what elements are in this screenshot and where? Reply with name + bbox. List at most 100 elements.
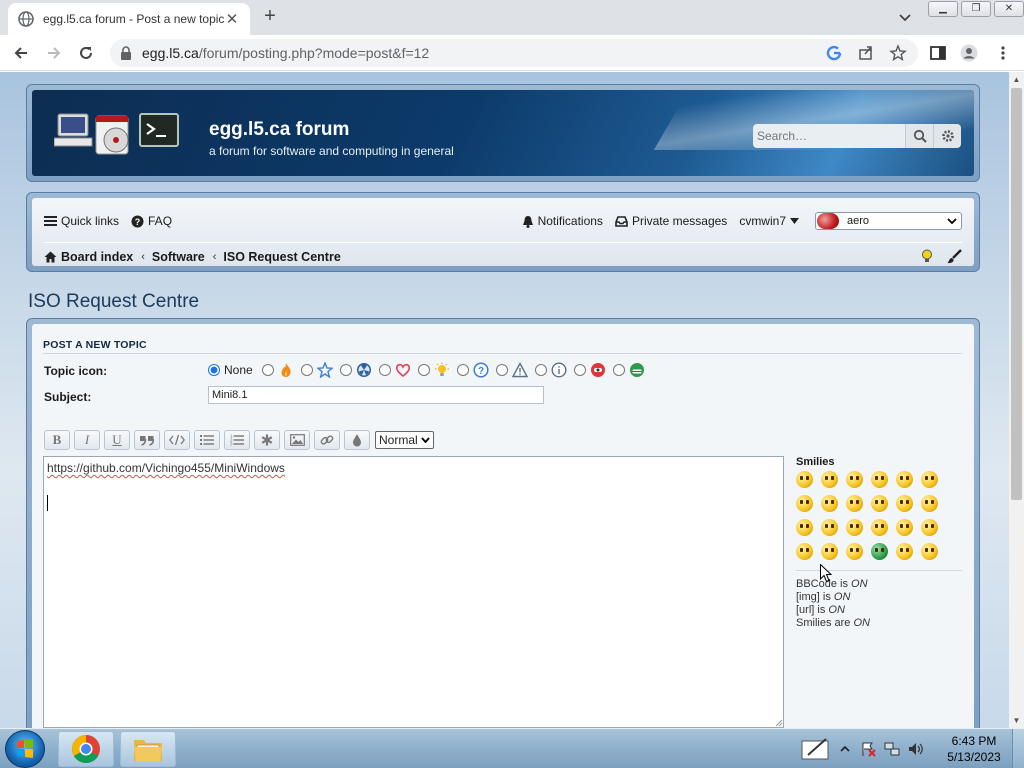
smiley-icon[interactable] [821, 519, 838, 536]
minimize-icon[interactable]: ▁ [928, 1, 958, 17]
image-button[interactable] [284, 430, 310, 450]
smiley-icon[interactable] [921, 543, 938, 560]
bookmark-star-icon[interactable] [889, 44, 907, 62]
network-icon[interactable] [884, 741, 900, 757]
start-button[interactable] [5, 730, 45, 768]
smiley-icon[interactable] [921, 495, 938, 512]
smiley-icon[interactable] [846, 471, 863, 488]
smiley-icon[interactable] [871, 495, 888, 512]
page-scrollbar[interactable]: ▲ ▼ [1009, 72, 1024, 728]
topic-icon-radio[interactable] [573, 364, 586, 376]
code-button[interactable] [164, 430, 190, 450]
topic-icon-radio[interactable] [300, 364, 313, 376]
address-bar[interactable]: egg.l5.ca/forum/posting.php?mode=post&f=… [110, 39, 918, 67]
close-window-icon[interactable]: ✕ [994, 1, 1024, 17]
smiley-icon[interactable] [846, 495, 863, 512]
smiley-icon[interactable] [821, 495, 838, 512]
subject-input[interactable]: Mini8.1 [208, 386, 544, 404]
notifications-link[interactable]: Notifications [522, 214, 603, 228]
italic-button[interactable]: I [74, 430, 100, 450]
smiley-icon[interactable] [871, 519, 888, 536]
search-button[interactable] [905, 124, 933, 148]
font-size-select[interactable]: Normal [375, 431, 434, 449]
resize-grip-icon[interactable] [773, 717, 783, 727]
breadcrumb-board-index[interactable]: Board index [61, 250, 133, 264]
lightbulb-icon[interactable] [921, 249, 933, 264]
topic-icon-radio[interactable] [417, 364, 430, 376]
smiley-icon[interactable] [896, 543, 913, 560]
smiley-icon[interactable] [796, 543, 813, 560]
smiley-icon[interactable] [896, 471, 913, 488]
smiley-icon[interactable] [796, 471, 813, 488]
share-icon[interactable] [857, 44, 875, 62]
color-button[interactable] [344, 430, 370, 450]
side-panel-icon[interactable] [929, 44, 947, 62]
scroll-down-icon[interactable]: ▼ [1009, 713, 1024, 728]
smiley-icon[interactable] [821, 471, 838, 488]
scroll-up-icon[interactable]: ▲ [1009, 72, 1024, 87]
smiley-icon[interactable] [871, 471, 888, 488]
smiley-icon[interactable] [896, 519, 913, 536]
browser-tab[interactable]: egg.l5.ca forum - Post a new topic ✕ [8, 3, 250, 35]
breadcrumb-software[interactable]: Software [152, 250, 205, 264]
menu-dots-icon[interactable] [994, 44, 1012, 62]
taskbar-explorer[interactable] [120, 731, 176, 767]
topic-icon-radio[interactable] [495, 364, 508, 376]
tablet-input-icon[interactable] [800, 735, 832, 763]
new-tab-icon[interactable]: + [259, 5, 281, 27]
topic-icon-radio-none[interactable] [208, 364, 220, 376]
topic-icon-radio[interactable] [378, 364, 391, 376]
tab-search-icon[interactable] [896, 8, 914, 26]
page-title[interactable]: ISO Request Centre [28, 291, 199, 313]
forward-icon[interactable] [45, 44, 63, 62]
site-title[interactable]: egg.l5.ca forum [209, 119, 349, 141]
scrollbar-thumb[interactable] [1011, 88, 1022, 500]
back-icon[interactable] [12, 44, 30, 62]
profile-icon[interactable] [960, 44, 978, 62]
list-button[interactable] [194, 430, 220, 450]
lock-icon[interactable] [120, 46, 132, 60]
smiley-icon[interactable] [896, 495, 913, 512]
taskbar-clock[interactable]: 6:43 PM 5/13/2023 [934, 733, 1014, 765]
topic-icon-radio[interactable] [612, 364, 625, 376]
volume-icon[interactable] [908, 741, 924, 757]
smiley-icon[interactable] [921, 519, 938, 536]
tab-close-icon[interactable]: ✕ [224, 10, 240, 28]
smiley-icon[interactable] [821, 543, 838, 560]
smiley-icon[interactable] [846, 519, 863, 536]
quick-links-menu[interactable]: Quick links [44, 214, 119, 228]
smiley-icon[interactable] [796, 495, 813, 512]
smiley-icon[interactable] [846, 543, 863, 560]
user-menu[interactable]: cvmwin7 [739, 214, 803, 228]
home-icon[interactable] [44, 251, 57, 263]
quote-button[interactable] [134, 430, 160, 450]
action-center-icon[interactable] [860, 741, 876, 757]
advanced-search-button[interactable] [933, 124, 961, 148]
breadcrumb-iso-request-centre[interactable]: ISO Request Centre [223, 250, 340, 264]
smiley-icon[interactable] [796, 519, 813, 536]
smiley-icon[interactable] [871, 543, 888, 560]
topic-icon-radio[interactable] [339, 364, 352, 376]
smiley-icon[interactable] [921, 471, 938, 488]
ordered-list-button[interactable]: 123 [224, 430, 250, 450]
link-button[interactable] [314, 430, 340, 450]
taskbar-chrome[interactable] [58, 731, 114, 767]
message-textarea[interactable]: https://github.com/Vichingo455/MiniWindo… [43, 456, 784, 728]
search-input[interactable] [753, 124, 905, 148]
topic-icon-radio[interactable] [456, 364, 469, 376]
restore-icon[interactable]: ❐ [961, 1, 991, 17]
style-switcher-select[interactable]: aero [815, 212, 962, 230]
underline-button[interactable]: U [104, 430, 130, 450]
site-logo[interactable] [54, 110, 182, 158]
show-desktop-button[interactable] [1012, 729, 1024, 768]
private-messages-link[interactable]: Private messages [615, 214, 727, 228]
topic-icon-radio[interactable] [261, 364, 274, 376]
faq-link[interactable]: ? FAQ [131, 214, 172, 228]
google-icon[interactable] [825, 44, 843, 62]
brush-icon[interactable] [947, 249, 962, 264]
topic-icon-radio[interactable] [534, 364, 547, 376]
list-item-button[interactable] [254, 430, 280, 450]
bold-button[interactable]: B [44, 430, 70, 450]
show-hidden-icons-icon[interactable] [840, 744, 850, 754]
reload-icon[interactable] [77, 44, 95, 62]
